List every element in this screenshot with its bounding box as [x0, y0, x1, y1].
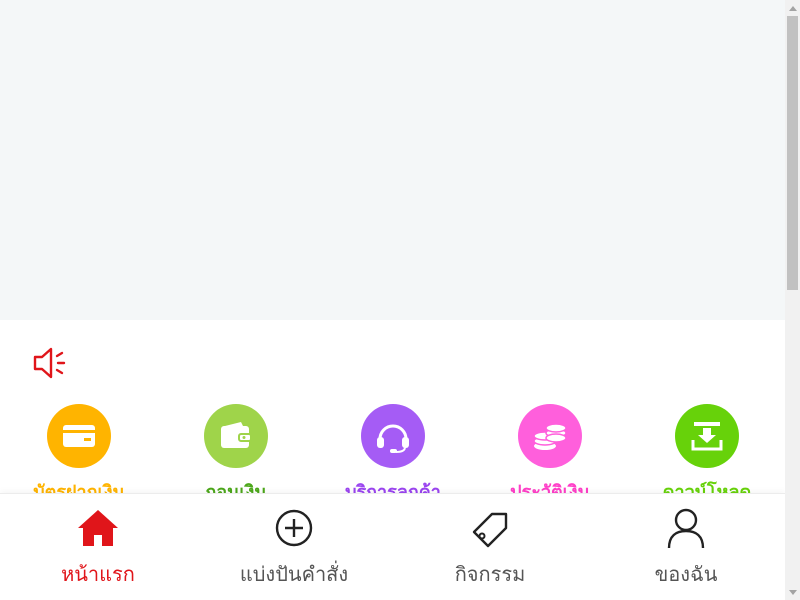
quick-item-support[interactable]: บริการลูกค้า — [333, 404, 453, 504]
tab-activities-label: กิจกรรม — [454, 562, 526, 586]
tag-icon — [468, 506, 512, 550]
coins-icon — [518, 404, 582, 468]
user-icon — [664, 506, 708, 550]
app-viewport: บัตรฝากเงิน ถอนเงิน — [0, 0, 785, 600]
scroll-up-arrow-icon[interactable] — [785, 0, 800, 15]
scroll-down-arrow-icon[interactable] — [785, 585, 800, 600]
tab-home-label: หน้าแรก — [61, 562, 135, 586]
speaker-icon[interactable] — [30, 343, 70, 383]
scrollbar-thumb[interactable] — [787, 16, 798, 290]
headset-icon — [361, 404, 425, 468]
banner-carousel[interactable] — [0, 0, 785, 320]
quick-item-coins[interactable]: ประวัติเงิน — [490, 404, 610, 504]
quick-item-download[interactable]: ดาวน์โหลด — [647, 404, 767, 504]
download-icon — [675, 404, 739, 468]
home-icon — [76, 506, 120, 550]
quick-item-deposit[interactable]: บัตรฝากเงิน — [19, 404, 139, 504]
tab-profile[interactable]: ของฉัน — [588, 494, 784, 600]
tab-profile-label: ของฉัน — [654, 562, 718, 586]
quick-item-withdraw[interactable]: ถอนเงิน — [176, 404, 296, 504]
card-icon — [47, 404, 111, 468]
vertical-scrollbar[interactable] — [785, 0, 800, 600]
tab-share[interactable]: แบ่งปันคำสั่ง — [196, 494, 392, 600]
tab-share-label: แบ่งปันคำสั่ง — [239, 562, 349, 586]
wallet-icon — [204, 404, 268, 468]
tab-activities[interactable]: กิจกรรม — [392, 494, 588, 600]
tab-home[interactable]: หน้าแรก — [0, 494, 196, 600]
plus-circle-icon — [272, 506, 316, 550]
bottom-tab-bar: หน้าแรก แบ่งปันคำสั่ง กิจกรรม ของฉัน — [0, 493, 785, 600]
